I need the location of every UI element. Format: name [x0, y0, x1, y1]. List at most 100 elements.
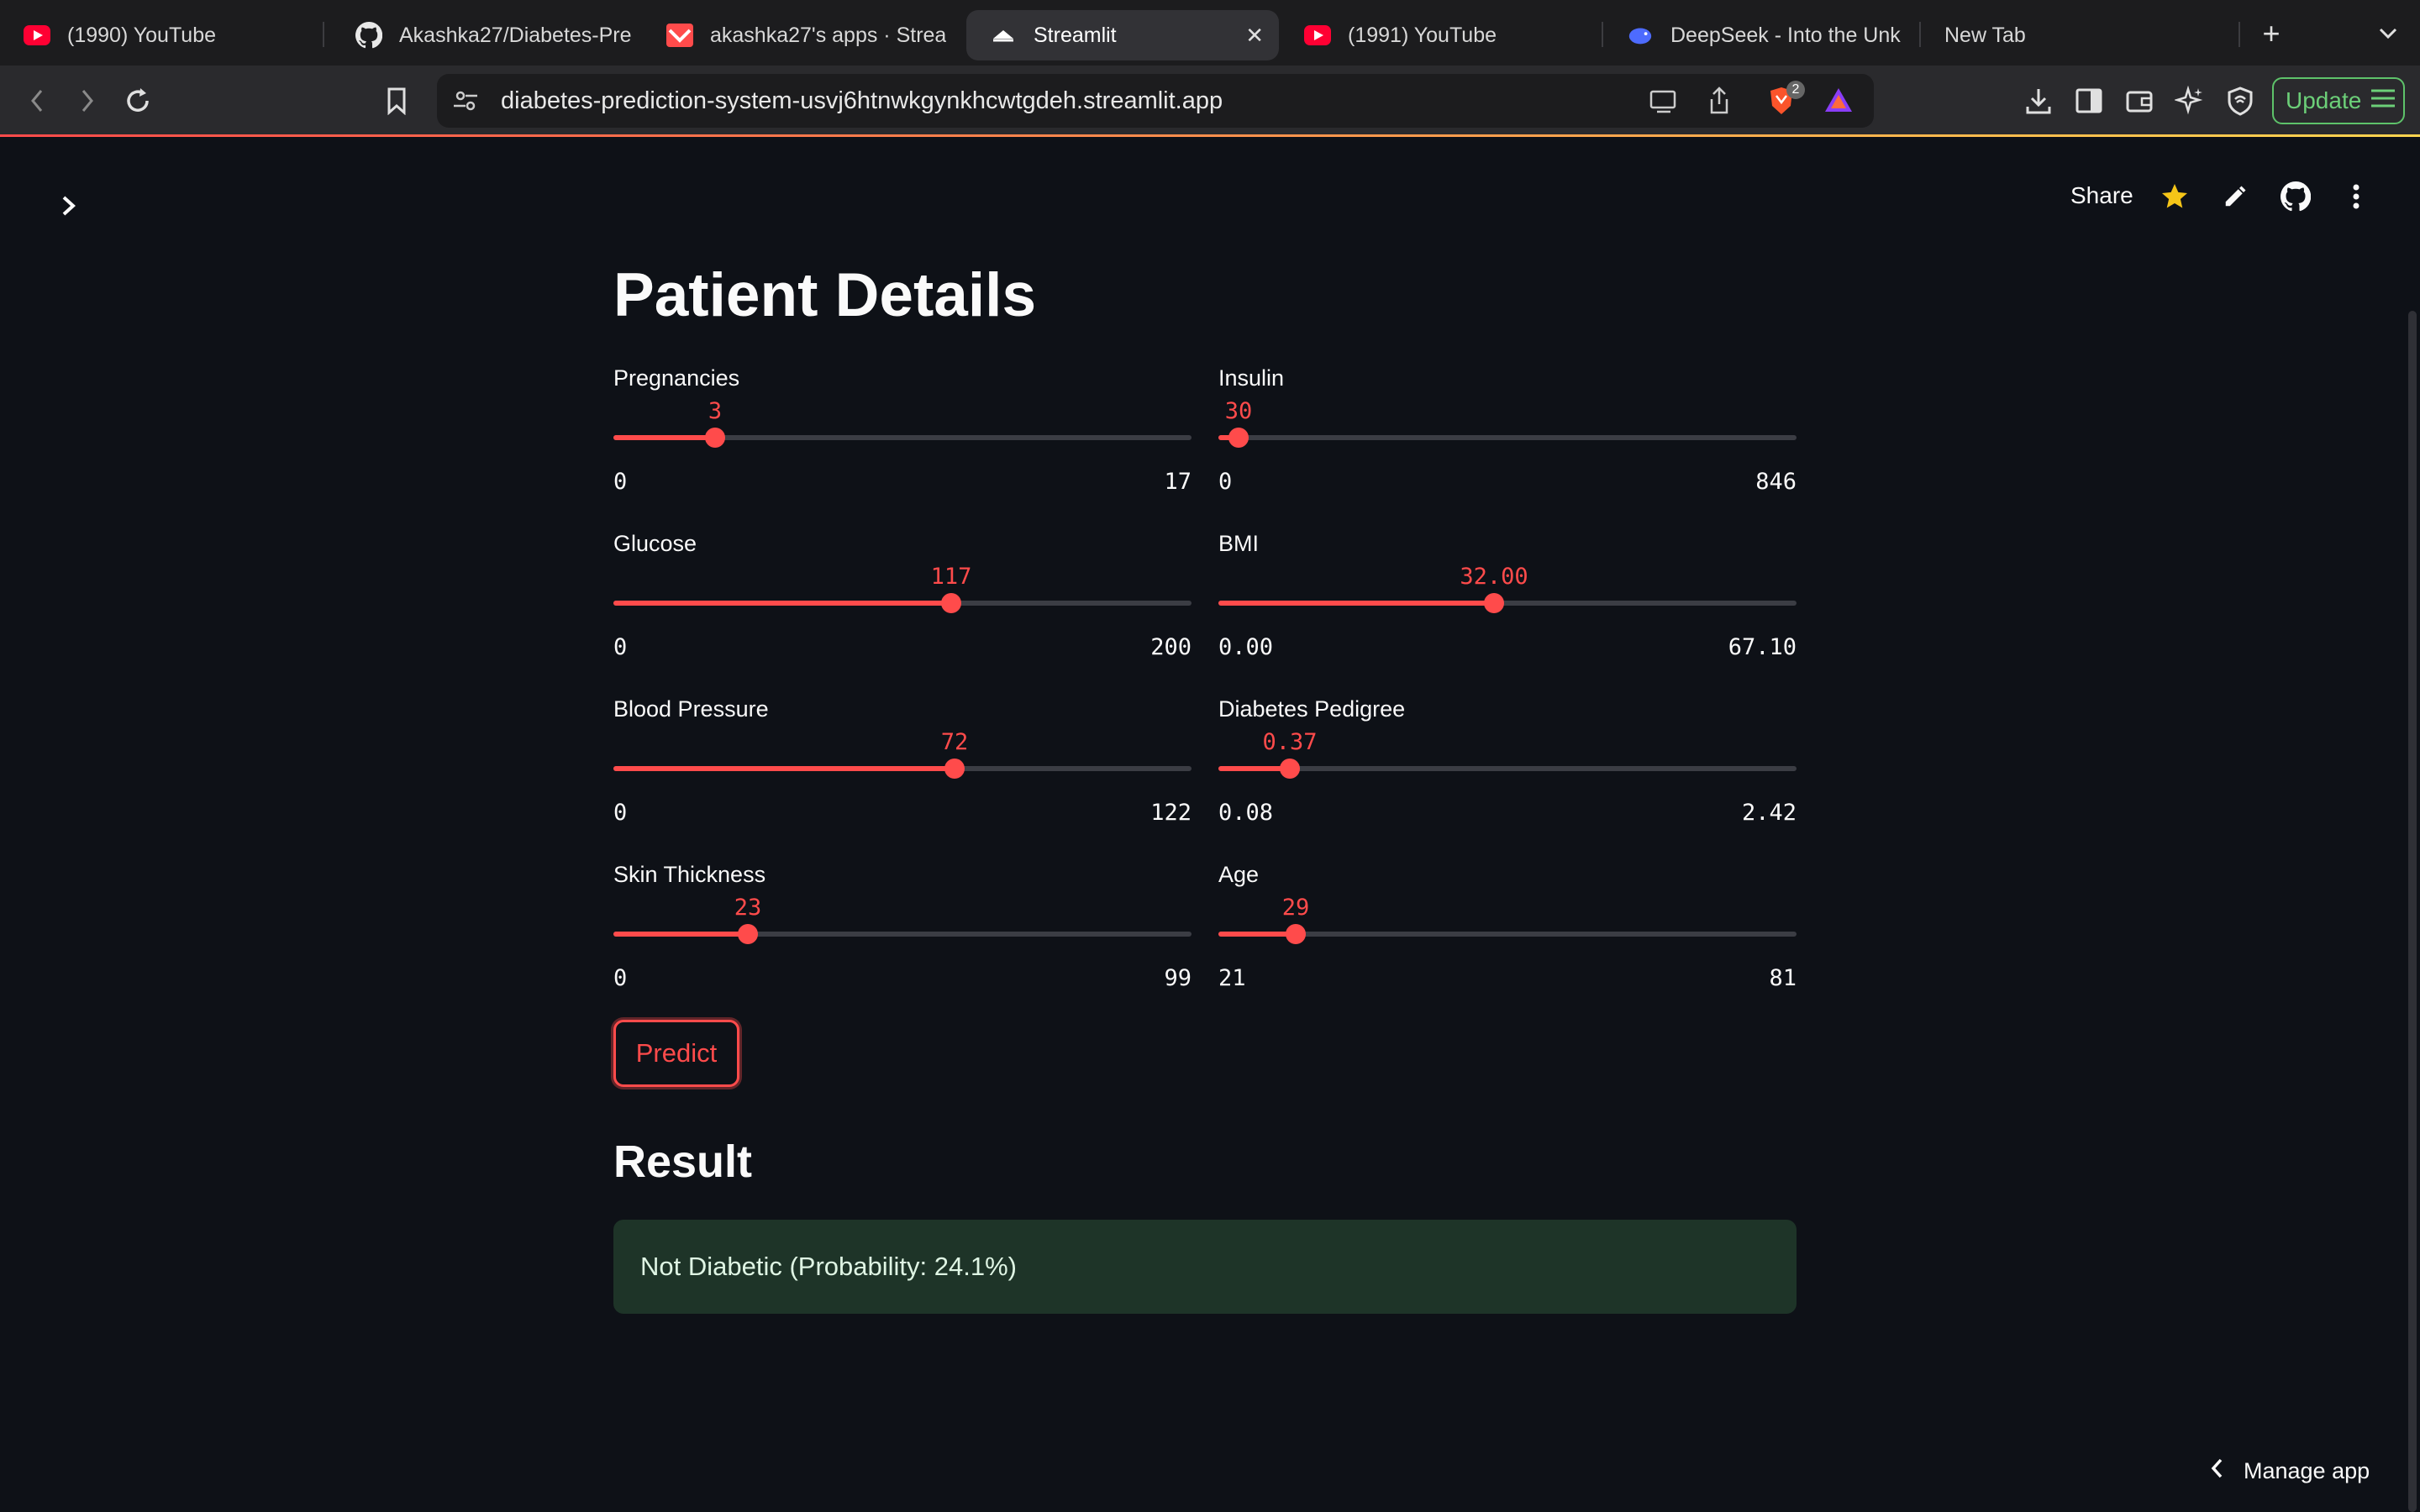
browser-toolbar: diabetes-prediction-system-usvj6htnwkgyn… [0, 66, 2420, 136]
slider-bmi: BMI 32.00 0.00 67.10 [1218, 531, 1797, 682]
slider-pregnancies: Pregnancies 3 0 17 [613, 365, 1192, 517]
slider-track[interactable] [1218, 924, 1797, 944]
tab-divider [323, 22, 324, 47]
streamlit-icon [666, 22, 693, 49]
slider-min: 0 [613, 800, 628, 826]
tab-github[interactable]: Akashka27/Diabetes-Pre [332, 10, 651, 60]
sidebar-expand-chevron-icon[interactable] [59, 189, 79, 227]
slider-fill [613, 766, 955, 771]
vpn-shield-icon[interactable] [2223, 84, 2257, 118]
close-icon[interactable]: ✕ [1245, 24, 1264, 46]
edit-pencil-icon[interactable] [2217, 178, 2254, 215]
slider-label: Pregnancies [613, 365, 740, 391]
bookmark-icon[interactable] [380, 84, 413, 118]
slider-max: 81 [1769, 965, 1797, 991]
tab-new-tab[interactable]: New Tab [1921, 10, 2223, 60]
slider-fill [613, 932, 748, 937]
tab-title: DeepSeek - Into the Unk [1670, 23, 1901, 47]
slider-track[interactable] [1218, 593, 1797, 613]
tab-youtube-1991[interactable]: (1991) YouTube [1281, 10, 1600, 60]
youtube-icon [1304, 22, 1331, 49]
slider-glucose: Glucose 117 0 200 [613, 531, 1192, 682]
slider-max: 846 [1755, 469, 1797, 495]
reload-icon[interactable] [121, 84, 155, 118]
tab-streamlit-active[interactable]: Streamlit ✕ [966, 10, 1279, 60]
more-vertical-icon[interactable] [2338, 178, 2375, 215]
slider-track[interactable] [613, 593, 1192, 613]
slider-max: 17 [1164, 469, 1192, 495]
streamlit-icon [990, 22, 1017, 49]
back-arrow-icon[interactable] [20, 84, 54, 118]
download-icon[interactable] [2022, 84, 2055, 118]
slider-thumb[interactable] [1484, 593, 1504, 613]
slider-min: 0 [1218, 469, 1233, 495]
slider-fill [613, 601, 951, 606]
site-settings-icon[interactable] [450, 86, 481, 120]
share-page-icon[interactable] [1707, 86, 1731, 120]
slider-label: Blood Pressure [613, 696, 769, 722]
slider-fill [613, 435, 715, 440]
slider-max: 99 [1164, 965, 1192, 991]
browser-chrome: (1990) YouTube Akashka27/Diabetes-Pre ak… [0, 0, 2420, 137]
url-text[interactable]: diabetes-prediction-system-usvj6htnwkgyn… [501, 87, 1223, 115]
slider-label: Skin Thickness [613, 862, 766, 887]
deepseek-icon [1627, 22, 1654, 49]
slider-thumb[interactable] [941, 593, 961, 613]
slider-track[interactable] [613, 924, 1192, 944]
share-button[interactable]: Share [2070, 182, 2133, 209]
github-icon[interactable] [2277, 178, 2314, 215]
tab-title: (1991) YouTube [1348, 23, 1497, 47]
slider-track[interactable] [613, 759, 1192, 779]
slider-min: 0 [613, 965, 628, 991]
tab-divider [2238, 22, 2240, 47]
leo-ai-icon[interactable] [2173, 84, 2207, 118]
scrollbar[interactable] [2408, 311, 2417, 1512]
result-success-alert: Not Diabetic (Probability: 24.1%) [613, 1220, 1797, 1314]
brave-rewards-icon[interactable] [1823, 86, 1854, 118]
slider-current-value: 29 [1281, 895, 1310, 921]
slider-current-value: 30 [1224, 398, 1253, 424]
tab-deepseek[interactable]: DeepSeek - Into the Unk [1603, 10, 1906, 60]
slider-track[interactable] [1218, 759, 1797, 779]
page-load-bar [0, 134, 2420, 137]
new-tab-plus-icon[interactable]: + [2254, 16, 2288, 50]
tab-strip: (1990) YouTube Akashka27/Diabetes-Pre ak… [0, 0, 2420, 66]
slider-max: 2.42 [1741, 800, 1797, 826]
slider-thumb[interactable] [705, 428, 725, 448]
forward-arrow-icon[interactable] [71, 84, 104, 118]
slider-min: 21 [1218, 965, 1246, 991]
manage-app-button[interactable]: Manage app [2210, 1457, 2370, 1485]
address-bar[interactable]: diabetes-prediction-system-usvj6htnwkgyn… [437, 74, 1874, 128]
cast-icon[interactable] [1649, 87, 1679, 118]
update-button[interactable]: Update [2272, 77, 2405, 124]
slider-track[interactable] [613, 428, 1192, 448]
sidebar-icon[interactable] [2072, 84, 2106, 118]
tab-title: (1990) YouTube [67, 23, 217, 47]
manage-app-label: Manage app [2244, 1458, 2370, 1483]
slider-track[interactable] [1218, 428, 1797, 448]
star-icon[interactable] [2156, 178, 2193, 215]
slider-thumb[interactable] [1228, 428, 1249, 448]
slider-label: Age [1218, 862, 1260, 887]
slider-max: 122 [1150, 800, 1192, 826]
tab-title: Streamlit [1034, 23, 1117, 47]
wallet-icon[interactable] [2123, 84, 2156, 118]
slider-max: 67.10 [1728, 634, 1797, 660]
slider-max: 200 [1150, 634, 1192, 660]
slider-thumb[interactable] [944, 759, 965, 779]
youtube-icon [24, 22, 50, 49]
tab-title: akashka27's apps · Strea [710, 23, 947, 47]
tab-streamlit-apps[interactable]: akashka27's apps · Strea [643, 10, 954, 60]
result-text: Not Diabetic (Probability: 24.1%) [640, 1252, 1017, 1281]
slider-thumb[interactable] [1280, 759, 1300, 779]
slider-current-value: 3 [708, 398, 723, 424]
slider-thumb[interactable] [738, 924, 758, 944]
chevron-down-icon[interactable] [2371, 17, 2405, 50]
slider-age: Age 29 21 81 [1218, 862, 1797, 1013]
tab-youtube-1990[interactable]: (1990) YouTube [0, 10, 319, 60]
slider-diabetes-pedigree: Diabetes Pedigree 0.37 0.08 2.42 [1218, 696, 1797, 848]
predict-button[interactable]: Predict [613, 1020, 739, 1087]
slider-current-value: 0.37 [1262, 729, 1318, 755]
slider-label: BMI [1218, 531, 1260, 556]
slider-thumb[interactable] [1286, 924, 1306, 944]
